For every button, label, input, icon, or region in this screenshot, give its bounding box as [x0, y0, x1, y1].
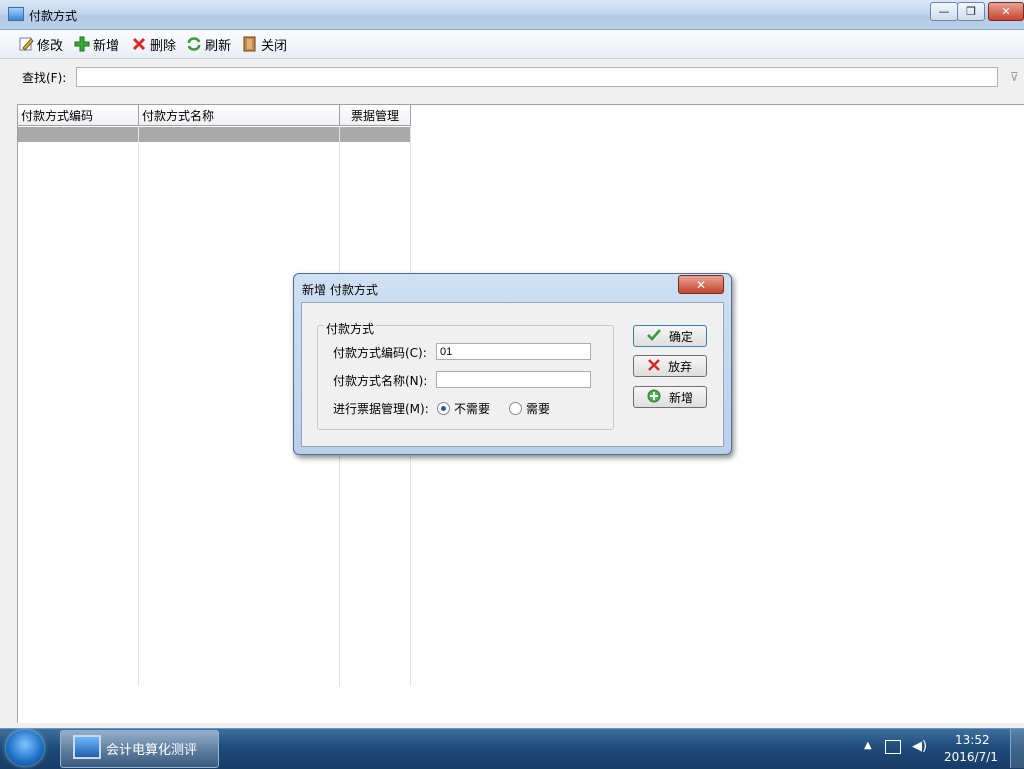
edit-button[interactable]: 修改: [18, 35, 64, 54]
delete-label: 删除: [150, 38, 177, 54]
discard-button[interactable]: 放弃: [633, 355, 707, 377]
minimize-button[interactable]: —: [930, 2, 958, 21]
column-header-name[interactable]: 付款方式名称: [139, 105, 340, 126]
refresh-label: 刷新: [205, 38, 232, 54]
app-icon: [8, 7, 24, 21]
column-divider: [138, 126, 139, 686]
code-label: 付款方式编码(C):: [333, 346, 427, 360]
radio-not-needed-label[interactable]: 不需要: [454, 400, 490, 417]
monitor-icon: [73, 735, 101, 759]
search-input[interactable]: [76, 67, 998, 87]
refresh-icon: [186, 36, 202, 52]
dialog-close-button[interactable]: ✕: [678, 275, 724, 294]
pencil-icon: [18, 36, 34, 52]
dialog-body: 付款方式 付款方式编码(C): 付款方式名称(N): 进行票据管理(M): 不需…: [301, 302, 724, 447]
column-header-bill[interactable]: 票据管理: [340, 105, 411, 126]
search-label: 查找(F):: [22, 71, 67, 85]
check-icon: [647, 328, 661, 344]
edit-label: 修改: [37, 38, 64, 54]
show-desktop-button[interactable]: [1010, 729, 1024, 768]
radio-selected-dot: [441, 406, 446, 411]
clock-time[interactable]: 13:52: [955, 733, 990, 747]
refresh-button[interactable]: 刷新: [186, 35, 232, 54]
name-label: 付款方式名称(N):: [333, 374, 428, 388]
door-icon: [242, 36, 258, 52]
close-window-button[interactable]: ✕: [988, 2, 1024, 21]
maximize-button[interactable]: ❐: [957, 2, 985, 21]
add-circle-icon: [647, 389, 661, 406]
confirm-button[interactable]: 确定: [633, 325, 707, 347]
group-title: 付款方式: [324, 320, 377, 337]
dialog-title: 新增 付款方式: [302, 283, 378, 297]
add-label: 新增: [93, 38, 120, 54]
close-label: 关闭: [261, 38, 288, 54]
window-titlebar: [0, 0, 1024, 30]
start-button[interactable]: [6, 730, 44, 766]
discard-label: 放弃: [667, 359, 692, 374]
new-label: 新增: [668, 390, 693, 405]
delete-x-icon: [131, 36, 147, 52]
add-payment-dialog: 新增 付款方式 ✕ 付款方式 付款方式编码(C): 付款方式名称(N): 进行票…: [293, 273, 732, 455]
radio-needed-label[interactable]: 需要: [526, 400, 550, 417]
new-button[interactable]: 新增: [633, 386, 707, 408]
bill-management-label: 进行票据管理(M):: [333, 402, 429, 416]
delete-x-icon: [648, 358, 660, 374]
delete-button[interactable]: 删除: [131, 35, 177, 54]
toolbar: 修改 新增 删除 刷新 关闭: [0, 30, 1024, 59]
taskbar-app-label: 会计电算化测评: [106, 743, 198, 758]
radio-needed[interactable]: [509, 402, 522, 415]
clock-date[interactable]: 2016/7/1: [944, 750, 998, 764]
column-header-code[interactable]: 付款方式编码: [18, 105, 139, 126]
filter-icon[interactable]: ⊽: [1010, 70, 1022, 84]
network-icon[interactable]: [885, 740, 901, 754]
volume-icon[interactable]: ◀): [912, 739, 927, 754]
radio-not-needed[interactable]: [437, 402, 450, 415]
add-button[interactable]: 新增: [74, 35, 120, 54]
close-button[interactable]: 关闭: [242, 35, 288, 54]
table-row[interactable]: [18, 127, 410, 142]
plus-icon: [74, 36, 90, 52]
confirm-label: 确定: [668, 329, 693, 344]
name-input[interactable]: [436, 371, 591, 388]
window-title: 付款方式: [29, 9, 78, 23]
tray-expand-icon[interactable]: ▲: [864, 740, 872, 751]
code-input[interactable]: [436, 343, 591, 360]
